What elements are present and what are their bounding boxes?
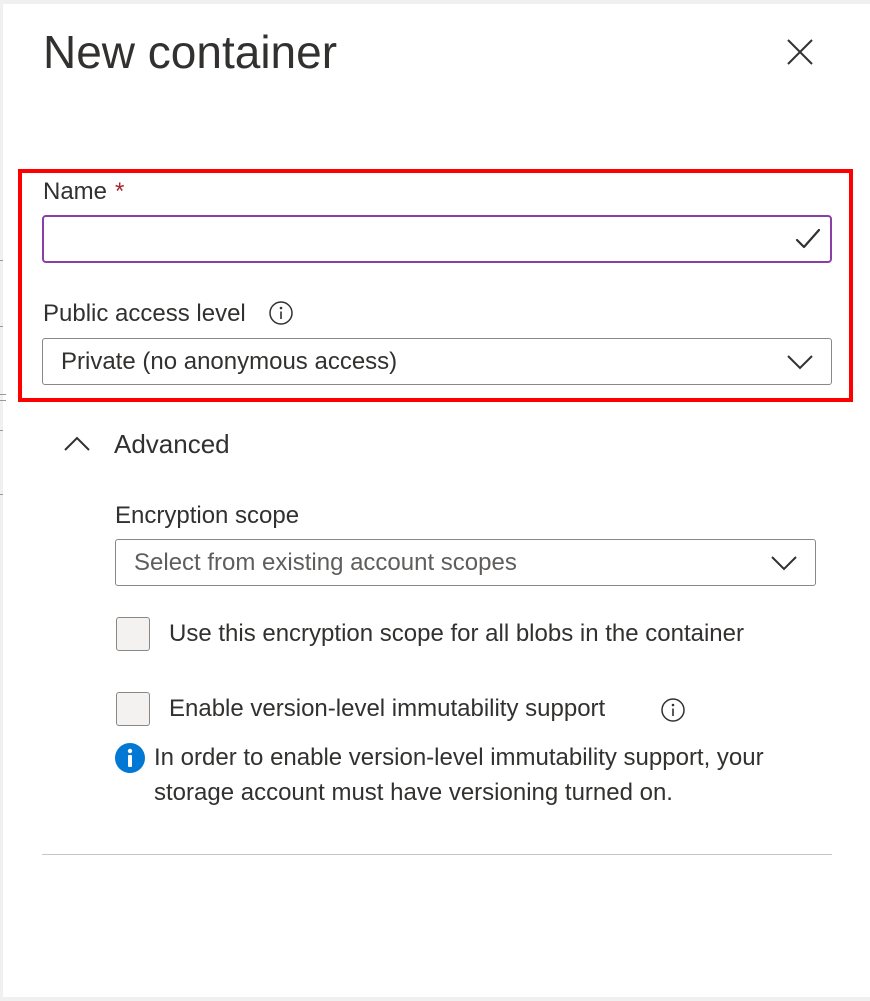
edge-mark — [0, 326, 3, 327]
immutability-label[interactable]: Enable version-level immutability suppor… — [169, 694, 605, 724]
access-level-dropdown[interactable]: Private (no anonymous access) — [42, 338, 832, 385]
new-container-panel — [3, 4, 870, 997]
encryption-scope-dropdown[interactable]: Select from existing account scopes — [115, 539, 816, 586]
edge-mark — [0, 400, 6, 401]
name-label-text: Name — [43, 178, 108, 205]
name-input[interactable] — [42, 215, 832, 263]
checkmark-icon — [795, 228, 821, 249]
info-icon[interactable] — [660, 697, 686, 723]
edge-mark — [0, 430, 3, 431]
info-filled-icon — [115, 743, 145, 773]
immutability-checkbox[interactable] — [116, 692, 150, 726]
edge-mark — [0, 494, 3, 495]
advanced-label: Advanced — [114, 429, 230, 459]
name-label: Name * — [43, 178, 124, 206]
required-marker: * — [115, 178, 125, 205]
info-message: In order to enable version-level immutab… — [154, 744, 764, 806]
info-icon[interactable] — [268, 300, 294, 326]
use-scope-checkbox[interactable] — [116, 617, 150, 651]
edge-mark — [0, 394, 6, 395]
use-scope-label[interactable]: Use this encryption scope for all blobs … — [169, 619, 744, 649]
chevron-up-icon — [64, 436, 90, 451]
panel-title: New container — [43, 26, 338, 78]
close-button[interactable] — [784, 36, 816, 68]
access-level-label: Public access level — [43, 300, 246, 327]
advanced-toggle[interactable]: Advanced — [62, 424, 230, 464]
encryption-scope-label: Encryption scope — [115, 502, 300, 529]
chevron-down-icon — [771, 556, 797, 571]
chevron-down-icon — [787, 355, 813, 370]
divider — [42, 854, 832, 855]
edge-mark — [0, 260, 3, 261]
access-level-value: Private (no anonymous access) — [61, 348, 398, 375]
close-icon — [787, 39, 813, 65]
encryption-scope-placeholder: Select from existing account scopes — [134, 549, 517, 576]
